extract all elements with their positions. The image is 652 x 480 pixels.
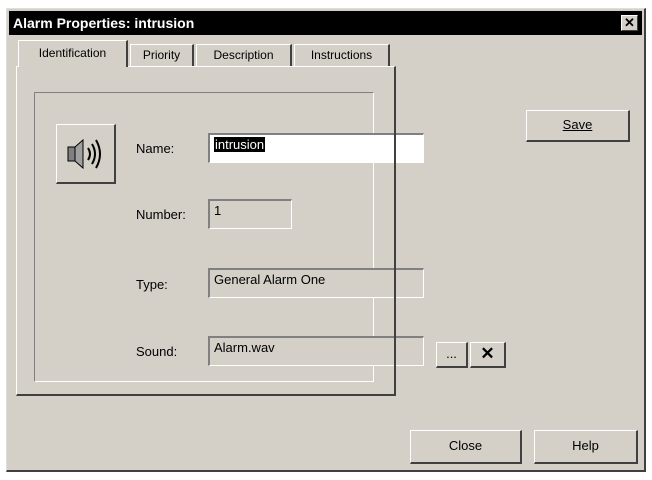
tab-priority[interactable]: Priority — [130, 44, 194, 66]
save-button[interactable]: Save — [526, 110, 630, 142]
browse-label: ... — [446, 346, 457, 361]
close-label: Close — [448, 438, 483, 453]
tab-identification[interactable]: Identification — [18, 40, 128, 67]
help-button[interactable]: Help — [534, 430, 638, 464]
tab-label: Description — [213, 48, 274, 62]
close-button[interactable]: Close — [410, 430, 522, 464]
browse-sound-button[interactable]: ... — [436, 342, 468, 368]
close-icon[interactable]: ✕ — [621, 15, 638, 31]
help-label: Help — [572, 438, 599, 453]
save-label: Save — [562, 117, 593, 132]
window-title: Alarm Properties: intrusion — [13, 15, 195, 31]
tab-label: Priority — [142, 48, 181, 62]
clear-icon: ✕ — [480, 344, 495, 363]
tab-panel-identification — [16, 66, 396, 396]
clear-sound-button[interactable]: ✕ — [470, 342, 506, 368]
tab-label: Identification — [38, 46, 107, 60]
tab-instructions[interactable]: Instructions — [294, 44, 390, 66]
tab-description[interactable]: Description — [196, 44, 292, 66]
title-bar: Alarm Properties: intrusion ✕ — [9, 11, 642, 35]
tab-label: Instructions — [310, 48, 373, 62]
